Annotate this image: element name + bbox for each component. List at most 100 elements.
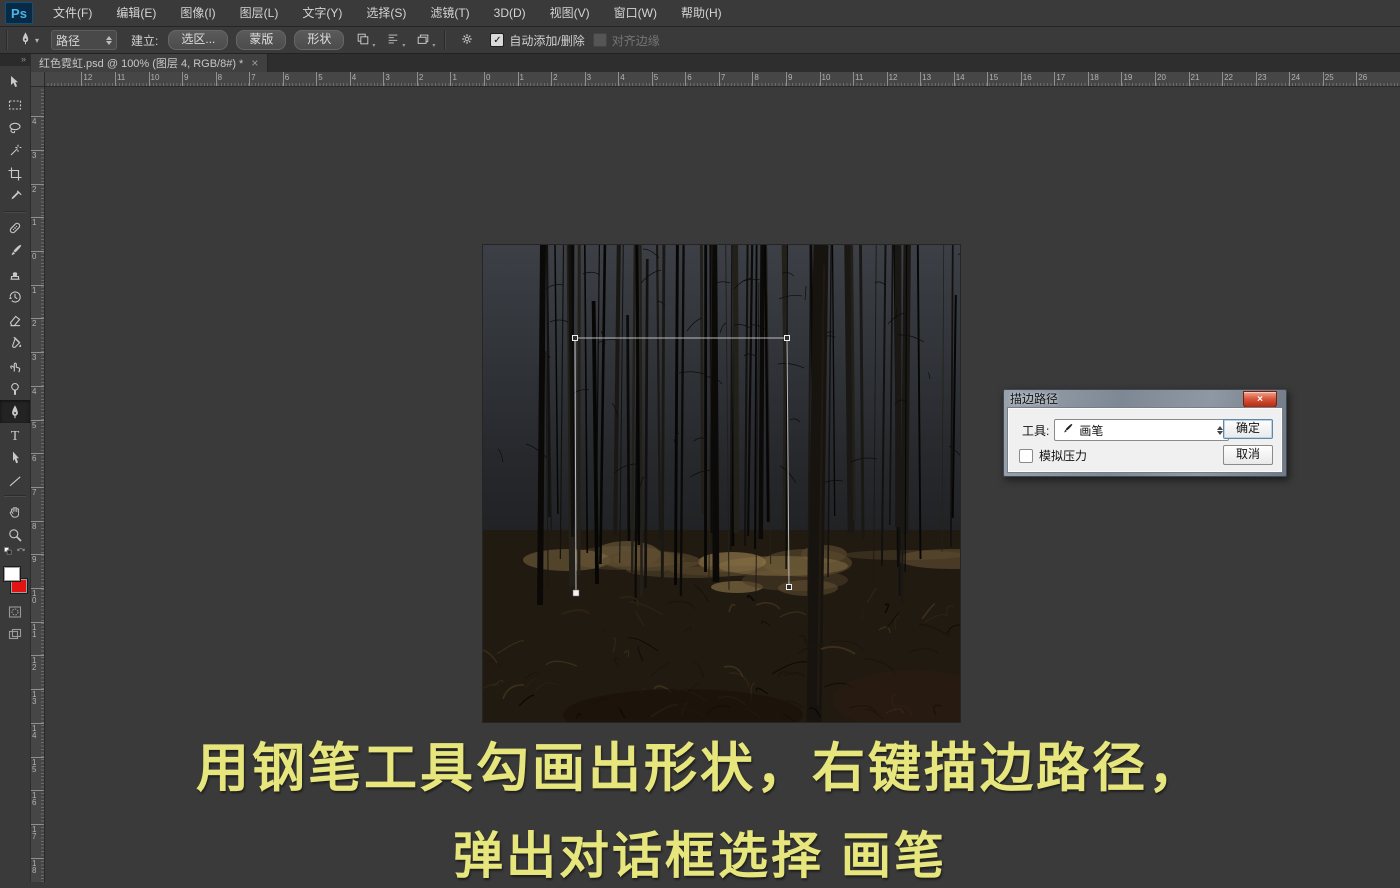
- ruler-number: 1: [32, 285, 37, 295]
- history-brush-tool[interactable]: [0, 285, 30, 308]
- ruler-number: 1: [32, 218, 37, 228]
- gear-icon[interactable]: [456, 30, 478, 50]
- eraser-tool[interactable]: [0, 308, 30, 331]
- stroke-tool-select[interactable]: 画笔: [1054, 419, 1230, 441]
- make-button[interactable]: 形状: [294, 30, 345, 50]
- vertical-ruler: 432101234567891 01 11 21 31 41 51 61 71 …: [30, 86, 45, 882]
- zoom-tool[interactable]: [0, 523, 30, 546]
- crop-tool[interactable]: [0, 162, 30, 185]
- clone-stamp-tool[interactable]: [0, 262, 30, 285]
- ruler-number: 18: [1089, 73, 1099, 82]
- foreground-color-swatch[interactable]: [3, 566, 21, 582]
- pen-path-overlay[interactable]: [483, 245, 960, 722]
- hand-tool[interactable]: [0, 500, 30, 523]
- swap-colors-icon[interactable]: [15, 545, 27, 563]
- ruler-number: 1 4: [32, 723, 37, 740]
- document-tab-title: 红色霓虹.psd @ 100% (图层 4, RGB/8#) *: [39, 58, 244, 70]
- healing-brush-tool[interactable]: [0, 216, 30, 239]
- menu-item[interactable]: 文字(Y): [290, 0, 354, 26]
- horizontal-ruler: 12 11 10 9 8 7 6 5 4 3 2 1 0 1 2 3 4 5 6 7 8 9 10 11 12 13 14 15 16 1…: [44, 72, 1400, 87]
- ruler-number: 6: [284, 73, 290, 82]
- type-tool[interactable]: T: [0, 423, 30, 446]
- ruler-number: 8: [754, 73, 759, 82]
- ruler-number: 4: [32, 386, 37, 396]
- pen-tool[interactable]: [0, 400, 30, 423]
- ruler-number: 7: [251, 73, 256, 82]
- tool-preset-picker[interactable]: ▾: [14, 31, 43, 49]
- menu-item[interactable]: 图层(L): [228, 0, 291, 26]
- menu-item[interactable]: 滤镜(T): [418, 0, 481, 26]
- ruler-number: 20: [1157, 73, 1166, 82]
- align-edges-label: 对齐边缘: [611, 33, 660, 48]
- menu-item[interactable]: 文件(F): [41, 0, 104, 26]
- screen-mode-button[interactable]: [0, 623, 30, 646]
- close-icon[interactable]: ×: [251, 57, 258, 69]
- align-edges-checkbox: [592, 33, 607, 47]
- menu-item[interactable]: 图像(I): [168, 0, 227, 26]
- toolbar-collapse-button[interactable]: »: [0, 54, 30, 66]
- tool-mode-select[interactable]: 路径: [51, 30, 118, 50]
- ruler-number: 24: [1291, 73, 1301, 82]
- ruler-number: 1 2: [32, 656, 37, 673]
- ruler-number: 5: [318, 73, 323, 82]
- ruler-number: 1: [452, 73, 457, 82]
- ruler-number: 2: [32, 184, 37, 194]
- tab-strip: 红色霓虹.psd @ 100% (图层 4, RGB/8#) * ×: [30, 54, 1400, 72]
- path-alignment-button[interactable]: ▾: [382, 30, 405, 50]
- dialog-close-button[interactable]: ×: [1243, 391, 1277, 408]
- make-button[interactable]: 选区...: [168, 30, 229, 50]
- options-bar: ▾ 路径 建立: 选区... 蒙版 形状 ▾ ▾ ▾ ✓ 自动添加/删除 对齐边缘: [0, 27, 1400, 54]
- stroke-tool-value: 画笔: [1079, 423, 1104, 438]
- ruler-number: 1 6: [32, 791, 37, 808]
- brush-tool[interactable]: [0, 239, 30, 262]
- menu-item[interactable]: 帮助(H): [669, 0, 734, 26]
- ruler-number: 17: [1056, 73, 1066, 82]
- ruler-number: 3: [32, 353, 37, 363]
- ruler-number: 1 3: [32, 690, 37, 707]
- eyedropper-tool[interactable]: [0, 185, 30, 208]
- ruler-number: 8: [32, 521, 37, 531]
- stroke-path-dialog: 描边路径 × 工具: 画笔 确定 取消 模拟压力: [1003, 389, 1287, 477]
- ruler-number: 8: [217, 73, 223, 82]
- move-tool[interactable]: [0, 70, 30, 93]
- make-button[interactable]: 蒙版: [236, 30, 287, 50]
- dodge-tool[interactable]: [0, 377, 30, 400]
- ruler-number: 26: [1358, 73, 1368, 82]
- ruler-number: 3: [32, 150, 37, 160]
- make-buttons: 选区... 蒙版 形状: [164, 30, 348, 50]
- lasso-tool[interactable]: [0, 116, 30, 139]
- document-tab[interactable]: 红色霓虹.psd @ 100% (图层 4, RGB/8#) * ×: [30, 54, 269, 72]
- menu-item[interactable]: 选择(S): [354, 0, 418, 26]
- canvas[interactable]: [483, 245, 960, 722]
- marquee-tool[interactable]: [0, 93, 30, 116]
- ruler-number: 7: [32, 487, 37, 497]
- ruler-number: 1 1: [32, 622, 37, 639]
- ruler-number: 7: [720, 73, 726, 82]
- menu-item[interactable]: 窗口(W): [602, 0, 669, 26]
- ruler-number: 3: [586, 73, 592, 82]
- ruler-number: 16: [1022, 73, 1032, 82]
- menu-item[interactable]: 3D(D): [482, 0, 538, 26]
- line-tool[interactable]: [0, 469, 30, 492]
- ruler-number: 1 7: [32, 824, 37, 841]
- gradient-tool[interactable]: [0, 331, 30, 354]
- magic-wand-tool[interactable]: [0, 139, 30, 162]
- path-operations-button[interactable]: ▾: [352, 30, 375, 50]
- path-selection-tool[interactable]: [0, 446, 30, 469]
- ok-button[interactable]: 确定: [1223, 419, 1273, 439]
- quick-mask-button[interactable]: [0, 600, 30, 623]
- path-arrangement-button[interactable]: ▾: [412, 30, 435, 50]
- ruler-number: 1 8: [32, 858, 37, 875]
- default-colors-icon[interactable]: [3, 545, 15, 563]
- brush-icon: [1060, 422, 1074, 439]
- smudge-tool[interactable]: [0, 354, 30, 377]
- menu-bar: Ps 文件(F) 编辑(E) 图像(I) 图层(L) 文字(Y) 选择(S) 滤镜(T) 3D…: [0, 0, 1400, 27]
- color-swatches: [0, 564, 30, 600]
- auto-add-delete-checkbox[interactable]: ✓: [490, 33, 505, 47]
- cancel-button[interactable]: 取消: [1223, 445, 1273, 465]
- menu-item[interactable]: 视图(V): [538, 0, 602, 26]
- menu-item[interactable]: 编辑(E): [104, 0, 168, 26]
- caption-line-1: 用钢笔工具勾画出形状，右键描边路径，: [196, 739, 1204, 798]
- ruler-number: 2: [418, 73, 424, 82]
- simulate-pressure-checkbox[interactable]: [1019, 448, 1033, 463]
